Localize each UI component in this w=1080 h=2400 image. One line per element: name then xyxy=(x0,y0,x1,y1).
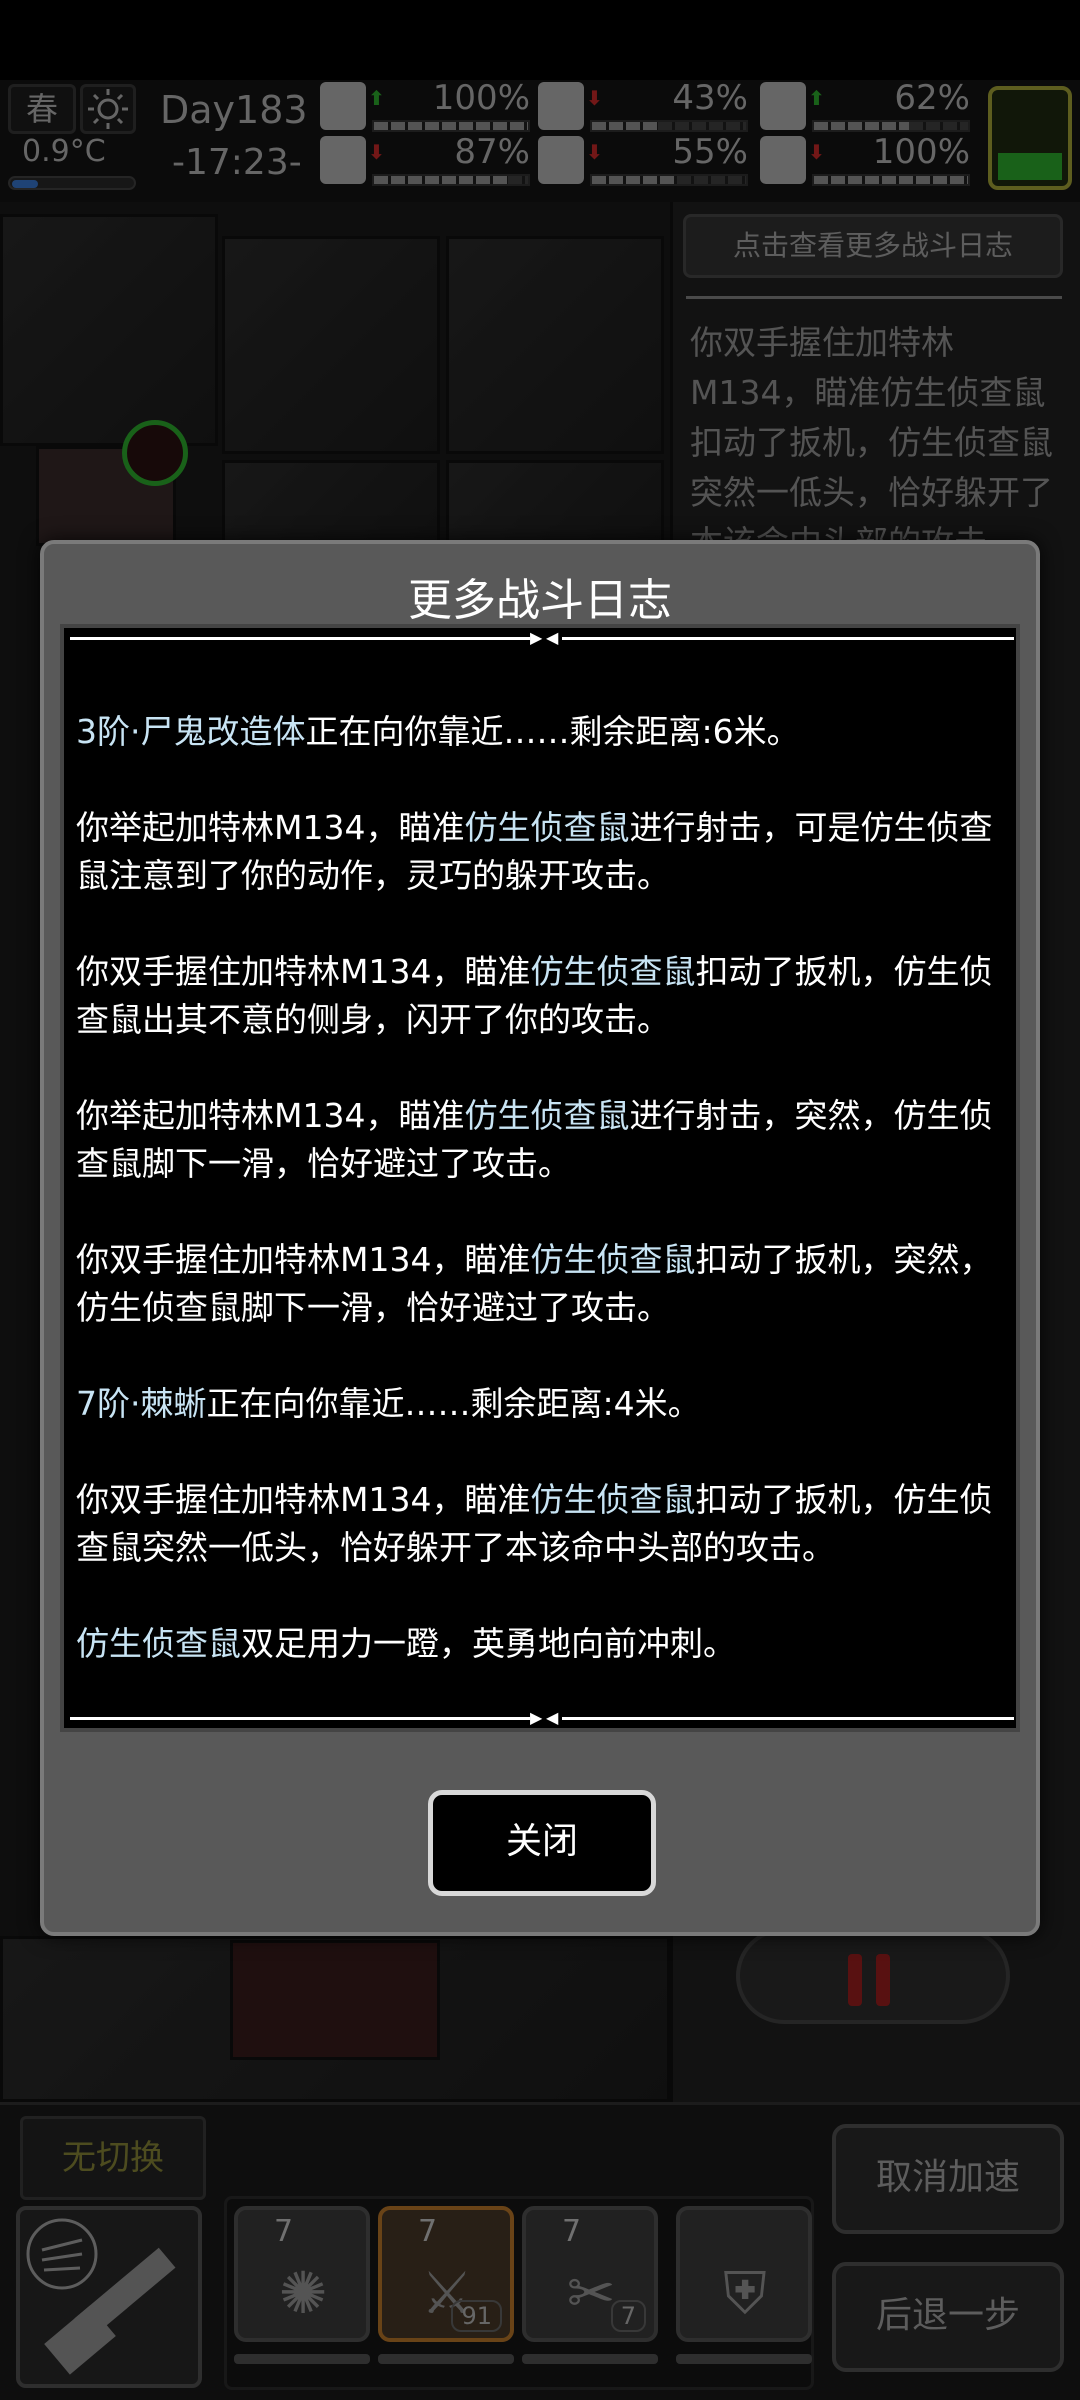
battle-log-dialog: 更多战斗日志 ▶ ◀ 7阶·棘蜥正在向你靠近……剩余距离:5米。 3阶·尸鬼改造体… xyxy=(40,540,1040,1936)
log-entity-name: 3阶·尸鬼改造体 xyxy=(76,712,306,751)
battle-log-panel[interactable]: ▶ ◀ 7阶·棘蜥正在向你靠近……剩余距离:5米。3阶·尸鬼改造体正在向你靠近…… xyxy=(60,624,1020,1732)
log-entity-name: 仿生侦查鼠 xyxy=(76,1624,241,1663)
log-entry: 你举起加特林M134，瞄准仿生侦查鼠进行射击，突然，仿生侦查鼠脚下一滑，恰好避过… xyxy=(76,1092,1012,1188)
top-ornament: ▶ ◀ xyxy=(70,628,1014,648)
log-text: 你双手握住加特林M134，瞄准 xyxy=(76,952,531,991)
log-text: 7阶·棘蜥正在向你靠近……剩余距离:5米。 xyxy=(76,650,701,655)
log-entry: 7阶·棘蜥正在向你靠近……剩余距离:4米。 xyxy=(76,1380,1012,1428)
battle-log-scroll[interactable]: 7阶·棘蜥正在向你靠近……剩余距离:5米。3阶·尸鬼改造体正在向你靠近……剩余距… xyxy=(76,650,1012,1710)
log-text: 你举起加特林M134，瞄准 xyxy=(76,1096,465,1135)
log-entry: 你双手握住加特林M134，瞄准仿生侦查鼠扣动了扳机，仿生侦查鼠出其不意的侧身，闪… xyxy=(76,948,1012,1044)
log-entity-name: 7阶·棘蜥 xyxy=(76,1384,207,1423)
log-entry: 你双手握住加特林M134，瞄准仿生侦查鼠扣动了扳机，仿生侦查鼠突然一低头，恰好躲… xyxy=(76,1476,1012,1572)
log-entity-name: 仿生侦查鼠 xyxy=(530,1240,696,1279)
log-entity-name: 仿生侦查鼠 xyxy=(530,1480,696,1519)
bottom-ornament: ▶ ◀ xyxy=(70,1708,1014,1728)
log-text: 正在向你靠近……剩余距离:4米。 xyxy=(206,1384,701,1423)
log-entity-name: 仿生侦查鼠 xyxy=(530,952,696,991)
log-entry: 仿生侦查鼠双足用力一蹬，英勇地向前冲刺。 xyxy=(76,1620,1012,1668)
dialog-title: 更多战斗日志 xyxy=(408,575,672,626)
log-text: 正在向你靠近……剩余距离:6米。 xyxy=(305,712,800,751)
log-text: 你双手握住加特林M134，瞄准 xyxy=(76,1480,531,1519)
log-entity-name: 仿生侦查鼠 xyxy=(464,1096,630,1135)
battle-log-list: 7阶·棘蜥正在向你靠近……剩余距离:5米。3阶·尸鬼改造体正在向你靠近……剩余距… xyxy=(76,650,1012,1710)
log-text: 你双手握住加特林M134，瞄准 xyxy=(76,1240,531,1279)
log-entry: 7阶·棘蜥正在向你靠近……剩余距离:5米。 xyxy=(76,650,1012,660)
log-text: 双足用力一蹬，英勇地向前冲刺。 xyxy=(241,1624,736,1663)
close-button[interactable]: 关闭 xyxy=(428,1790,656,1896)
log-entry: 你双手握住加特林M134，瞄准仿生侦查鼠扣动了扳机，突然，仿生侦查鼠脚下一滑，恰… xyxy=(76,1236,1012,1332)
log-entry: 3阶·尸鬼改造体正在向你靠近……剩余距离:6米。 xyxy=(76,708,1012,756)
log-text: 你举起加特林M134，瞄准 xyxy=(76,808,465,847)
log-entity-name: 仿生侦查鼠 xyxy=(464,808,630,847)
log-entry: 你举起加特林M134，瞄准仿生侦查鼠进行射击，可是仿生侦查鼠注意到了你的动作，灵… xyxy=(76,804,1012,900)
